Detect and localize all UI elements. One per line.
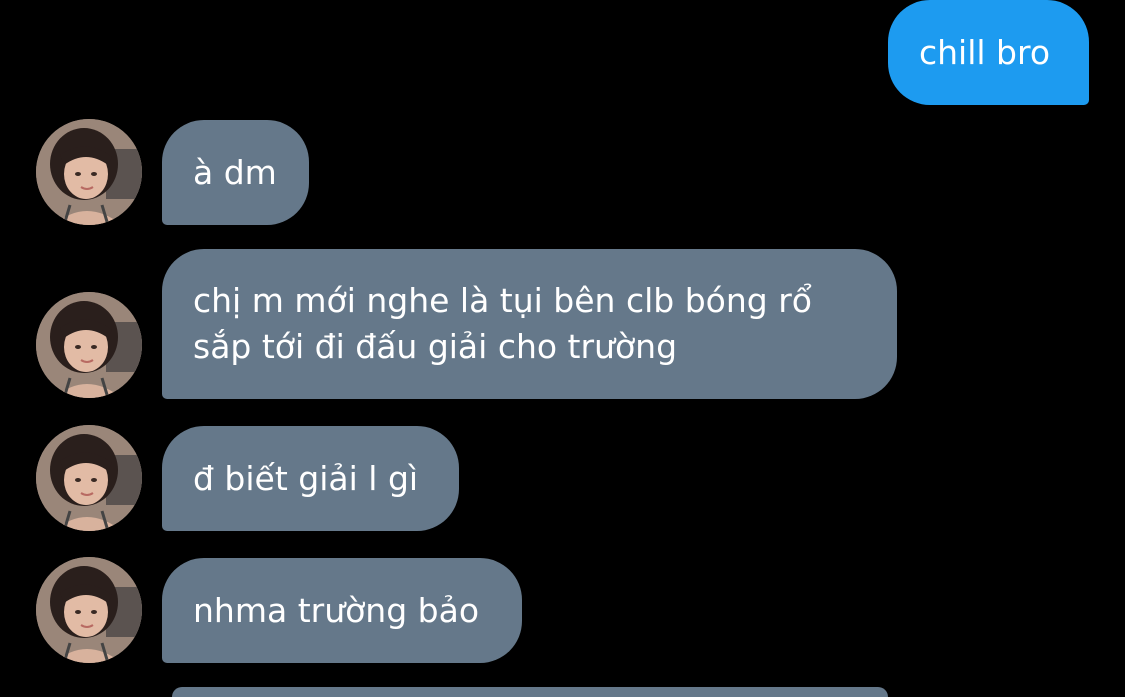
outgoing-message-bubble[interactable]: chill bro: [888, 0, 1089, 105]
incoming-message-bubble[interactable]: đ biết giải l gì: [162, 426, 459, 531]
message-text: đ biết giải l gì: [193, 458, 419, 498]
incoming-message-bubble-partial[interactable]: [172, 687, 888, 697]
message-text: chill bro: [919, 32, 1051, 72]
incoming-message-bubble[interactable]: chị m mới nghe là tụi bên clb bóng rổ sắ…: [162, 249, 897, 399]
message-text: à dm: [193, 152, 277, 192]
incoming-message-bubble[interactable]: à dm: [162, 120, 309, 225]
sender-avatar[interactable]: [36, 425, 142, 531]
sender-avatar[interactable]: [36, 292, 142, 398]
message-thread: chill bro à dm chị m mới nghe là tụi bên…: [0, 0, 1125, 697]
message-text: nhma trường bảo: [193, 590, 480, 630]
incoming-message-bubble[interactable]: nhma trường bảo: [162, 558, 522, 663]
sender-avatar[interactable]: [36, 557, 142, 663]
message-text: chị m mới nghe là tụi bên clb bóng rổ sắ…: [193, 281, 812, 366]
sender-avatar[interactable]: [36, 119, 142, 225]
